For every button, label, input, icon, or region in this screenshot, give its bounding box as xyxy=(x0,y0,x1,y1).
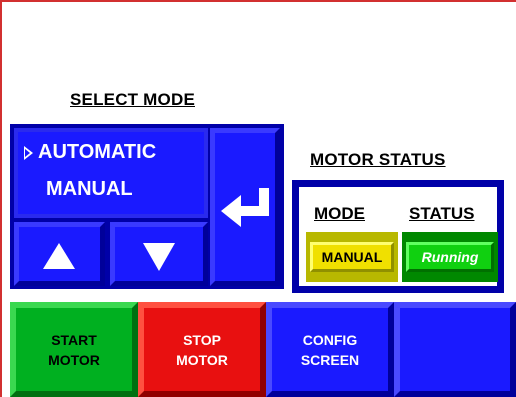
mode-indicator: MANUAL xyxy=(306,232,398,282)
enter-button[interactable] xyxy=(210,128,280,286)
status-value: Running xyxy=(406,242,494,272)
triangle-up-icon xyxy=(43,243,75,269)
triangle-down-icon xyxy=(143,243,175,271)
config-screen-label-line1: CONFIG xyxy=(302,331,358,348)
start-motor-label-line1: START xyxy=(51,331,97,348)
enter-return-icon xyxy=(221,188,269,227)
mode-option-manual[interactable]: MANUAL xyxy=(18,173,204,214)
mode-option-automatic-label: AUTOMATIC xyxy=(38,141,157,163)
status-column-header: STATUS xyxy=(409,204,475,223)
frame-border-left xyxy=(0,0,2,397)
mode-list[interactable]: AUTOMATIC MANUAL xyxy=(14,128,208,218)
frame-border-top xyxy=(0,0,516,2)
status-indicator: Running xyxy=(402,232,498,282)
stop-motor-label-line1: STOP xyxy=(183,331,221,348)
down-button[interactable] xyxy=(110,222,208,286)
mode-option-manual-label: MANUAL xyxy=(46,178,133,200)
stop-motor-button[interactable]: STOP MOTOR xyxy=(138,302,266,397)
blank-button[interactable] xyxy=(394,302,516,397)
start-motor-label-line2: MOTOR xyxy=(48,351,100,368)
stop-motor-label-line2: MOTOR xyxy=(176,351,228,368)
motor-status-title: MOTOR STATUS xyxy=(310,150,446,169)
config-screen-button[interactable]: CONFIG SCREEN xyxy=(266,302,394,397)
mode-column-header: MODE xyxy=(314,204,365,223)
selection-pointer-icon xyxy=(24,146,33,160)
select-mode-title: SELECT MODE xyxy=(70,90,195,109)
start-motor-button[interactable]: START MOTOR xyxy=(10,302,138,397)
mode-value: MANUAL xyxy=(310,242,394,272)
up-button[interactable] xyxy=(14,222,105,286)
mode-option-automatic[interactable]: AUTOMATIC xyxy=(18,132,204,173)
config-screen-label-line2: SCREEN xyxy=(300,351,360,368)
